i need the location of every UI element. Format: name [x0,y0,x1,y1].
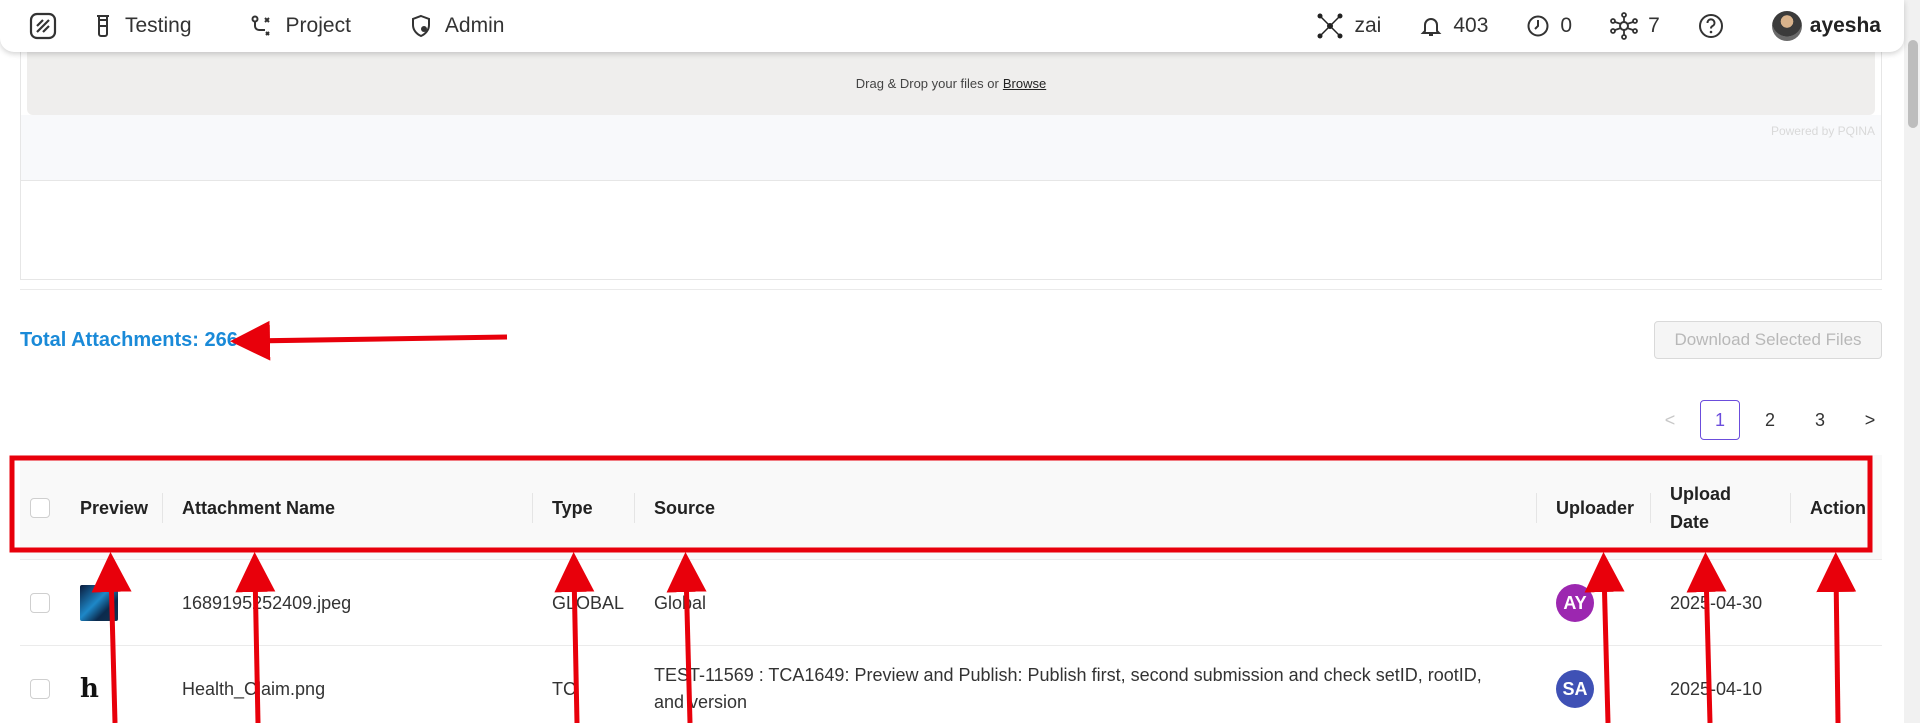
bell-icon [1420,18,1442,36]
attachments-table: Preview Attachment Name Type Source Uplo… [20,455,1882,723]
header-divider [162,493,163,523]
help-icon [1698,14,1723,38]
nav-admin-label: Admin [444,14,505,37]
preview-thumbnail[interactable] [80,585,118,621]
hub-icon [1610,12,1638,40]
header-divider [532,493,533,523]
pagination-prev-button[interactable]: < [1650,400,1690,440]
pagination-next-button[interactable]: > [1850,400,1890,440]
nav-project-label: Project [285,14,351,37]
user-avatar [1771,11,1802,41]
upload-date: 2025-04-10 [1670,678,1763,699]
nav-testing-label: Testing [125,14,192,37]
upload-divider [21,180,1881,181]
ai-assistant-button[interactable]: zai [1316,12,1381,40]
pagination-page-1[interactable]: 1 [1700,400,1740,440]
table-row[interactable]: 1689195252409.jpeg GLOBAL Global AY 2025… [20,560,1882,646]
workflow-icon [251,15,270,36]
upload-panel: Drag & Drop your files or Browse Powered… [20,52,1882,280]
scrollbar-thumb[interactable] [1908,40,1918,128]
header-upload-date[interactable]: Upload Date [1670,455,1731,560]
annotation-total-arrow [230,320,508,361]
uploader-avatar: SA [1556,670,1594,708]
header-action: Action [1810,497,1866,518]
notifications-count: 403 [1453,14,1489,37]
clock-icon [1527,15,1549,37]
header-type[interactable]: Type [552,455,593,560]
flask-icon [97,15,109,37]
table-header: Preview Attachment Name Type Source Uplo… [20,455,1882,560]
history-count: 0 [1560,14,1573,37]
header-preview: Preview [80,497,149,518]
attachment-source: Global [654,592,707,613]
notifications-button[interactable]: 403 [1419,14,1488,38]
header-uploader[interactable]: Uploader [1556,455,1634,560]
browse-link[interactable]: Browse [1003,76,1046,91]
attachment-source: TEST-11569 : TCA1649: Preview and Publis… [654,665,1482,712]
pagination: < 1 2 3 > [1640,400,1890,440]
history-button[interactable]: 0 [1526,14,1572,38]
pagination-page-3[interactable]: 3 [1800,400,1840,440]
top-navigation: Testing Project Admin zai 403 0 7 ayesha [0,0,1904,52]
integrations-button[interactable]: 7 [1610,12,1660,40]
attachment-name[interactable]: 1689195252409.jpeg [182,560,351,646]
row-checkbox[interactable] [30,679,50,699]
upload-date: 2025-04-30 [1670,592,1763,613]
attachment-type: TC [552,678,576,699]
row-checkbox[interactable] [30,593,50,613]
app-logo-icon[interactable] [29,12,57,40]
nav-admin[interactable]: Admin [409,14,505,38]
nav-testing[interactable]: Testing [93,14,192,38]
header-divider [634,493,635,523]
drop-zone-text: Drag & Drop your files or [855,76,999,91]
header-source[interactable]: Source [654,455,715,560]
header-divider [1790,493,1791,523]
user-name: ayesha [1809,14,1881,37]
header-upload-date-line1: Upload [1670,483,1731,504]
file-drop-zone[interactable]: Drag & Drop your files or Browse [27,52,1875,115]
upload-panel-background [21,115,1881,180]
ai-label: zai [1354,14,1382,37]
total-attachments: Total Attachments: 266 [20,329,238,351]
nav-project[interactable]: Project [250,14,351,38]
uploader-avatar: AY [1556,584,1594,622]
header-divider [1536,493,1537,523]
table-row[interactable]: h Health_Claim.png TC TEST-11569 : TCA16… [20,646,1882,723]
network-nodes-icon [1317,13,1343,39]
powered-by-text[interactable]: Powered by PQINA [1771,124,1875,138]
select-all-checkbox[interactable] [30,497,50,518]
user-menu[interactable]: ayesha [1771,11,1881,41]
page-scrollbar[interactable] [1904,0,1920,723]
preview-thumbnail[interactable]: h [80,671,118,707]
integrations-count: 7 [1648,14,1660,37]
attachment-name[interactable]: Health_Claim.png [182,646,325,723]
shield-gear-icon [411,14,430,38]
attachment-type: GLOBAL [552,592,625,613]
download-selected-button[interactable]: Download Selected Files [1654,321,1882,359]
help-button[interactable] [1698,13,1734,39]
section-divider [20,289,1882,290]
pagination-page-2[interactable]: 2 [1750,400,1790,440]
header-upload-date-line2: Date [1670,511,1710,532]
header-attachment-name[interactable]: Attachment Name [182,455,335,560]
header-divider [1650,493,1651,523]
